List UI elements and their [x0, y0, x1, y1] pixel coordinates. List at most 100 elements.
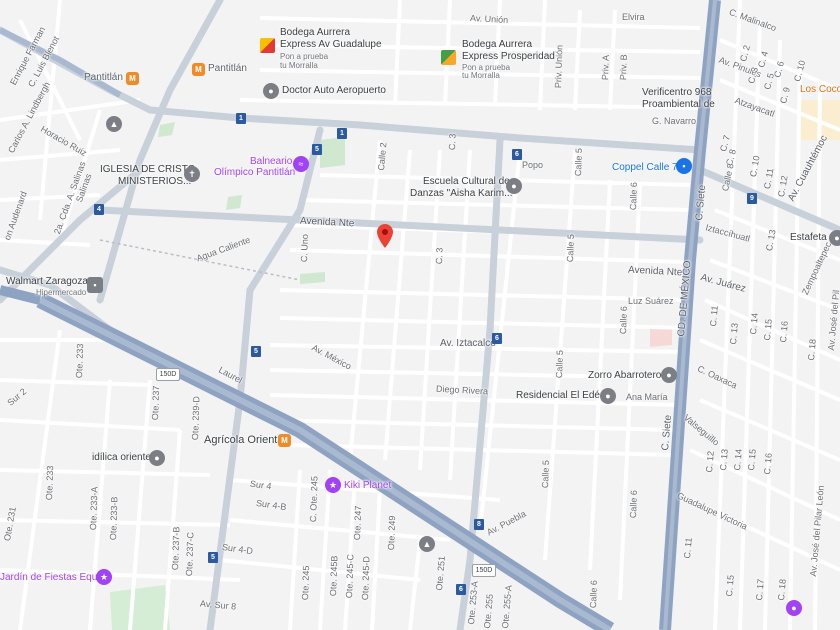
poi-label[interactable]: Bodega Aurrera: [462, 39, 532, 50]
poi-label[interactable]: Bodega Aurrera: [280, 27, 350, 38]
event-venue-icon[interactable]: ★: [96, 569, 112, 585]
street-label: Ote. 233-B: [108, 496, 120, 541]
street-label: Ote. 237-C: [184, 531, 196, 577]
street-label: Ote. 237-B: [170, 526, 182, 571]
street-label: Calle 5: [540, 460, 551, 489]
park-area: [300, 272, 325, 284]
street-label: Luz Suárez: [628, 296, 674, 306]
poi-label[interactable]: Estafeta: [790, 232, 827, 243]
courier-icon[interactable]: ●: [829, 230, 840, 246]
metro-icon[interactable]: M: [192, 63, 205, 76]
poi-label[interactable]: MINISTERIOS...: [118, 176, 191, 187]
street-label: Ote. 245B: [328, 555, 340, 597]
poi-sublabel: Hipermercado: [36, 288, 87, 297]
location-marker-icon[interactable]: [377, 224, 393, 248]
metro-label[interactable]: Agrícola Oriental: [204, 434, 286, 446]
street-label: Calle 5: [573, 148, 584, 177]
poi-label[interactable]: idílica oriente: [92, 452, 151, 463]
poi-label[interactable]: Kiki Planet: [344, 480, 391, 491]
street-label: C. 15: [724, 574, 736, 597]
street-label: C. 16: [762, 452, 774, 475]
car-repair-icon[interactable]: ●: [263, 83, 279, 99]
bodega-aurrera-logo-icon[interactable]: [260, 38, 275, 53]
street-label: C. Uno: [299, 234, 310, 263]
school-icon[interactable]: ●: [506, 178, 522, 194]
park-area: [226, 195, 242, 210]
poi-label[interactable]: Express Av Guadalupe: [280, 39, 382, 50]
venue-icon[interactable]: ●: [786, 600, 802, 616]
route-shield: 5: [251, 346, 261, 357]
poi-label[interactable]: Zorro Abarrotero: [588, 370, 661, 381]
street-label: C. 3: [447, 133, 458, 151]
metro-icon[interactable]: M: [126, 72, 139, 85]
poi-label[interactable]: IGLESIA DE CRISTO: [100, 164, 195, 175]
poi-sublabel: Pon a prueba: [280, 52, 329, 61]
poi-sublabel: tu Morralla: [462, 71, 500, 80]
poi-label[interactable]: Los Coco: [800, 84, 840, 95]
street-label: C. 13: [718, 448, 730, 471]
monument-icon[interactable]: ▲: [419, 536, 435, 552]
venue-icon[interactable]: ●: [149, 450, 165, 466]
street-label: Calle 6: [618, 306, 629, 335]
street-label: Popo: [522, 160, 544, 170]
metro-label[interactable]: Pantitlán: [84, 72, 123, 83]
store-icon[interactable]: ▪: [87, 277, 103, 293]
poi-label[interactable]: Olímpico Pantitlán: [214, 167, 295, 178]
street-label: Calle 6: [628, 182, 639, 211]
poi-label[interactable]: Express Prosperidad: [462, 51, 555, 62]
poi-label[interactable]: Coppel Calle 7: [612, 162, 678, 173]
street-label: Calle 6: [588, 580, 599, 609]
bodega-aurrera-logo-icon[interactable]: [441, 50, 456, 65]
swimming-icon[interactable]: ≈: [293, 156, 309, 172]
street-label: Ote. 233: [74, 343, 86, 379]
street-label: C. 12: [704, 450, 716, 473]
route-shield: 1: [337, 128, 347, 139]
street-label: G. Navarro: [652, 116, 697, 126]
route-shield: 8: [474, 519, 484, 530]
street-label: C. 11: [708, 305, 720, 327]
street-label: C. 3: [434, 247, 445, 265]
route-shield: 1: [236, 113, 246, 124]
street-label: Av. Unión: [469, 13, 509, 25]
shopping-bag-icon[interactable]: ▪: [676, 158, 692, 174]
poi-label[interactable]: Verificentro 968: [642, 87, 712, 98]
street-label: Ana María: [626, 392, 668, 402]
street-label: C. 11: [682, 537, 694, 559]
poi-label[interactable]: Escuela Cultural de: [423, 176, 510, 187]
route-shield: 6: [512, 149, 522, 160]
church-icon[interactable]: ✝: [184, 166, 200, 182]
poi-label[interactable]: Doctor Auto Aeropuerto: [282, 85, 386, 96]
highway-shield: 150D: [156, 368, 180, 381]
route-shield: 6: [492, 333, 502, 344]
street-label: Ote. 233: [44, 465, 56, 501]
poi-label[interactable]: Jardín de Fiestas Equus: [0, 572, 108, 583]
street-label: Ote. 233-A: [88, 486, 100, 531]
street-label: Priv. B: [618, 54, 629, 81]
street-label: C. 18: [806, 338, 818, 361]
route-shield: 4: [94, 204, 104, 215]
poi-label[interactable]: Residencial El Edén: [516, 390, 606, 401]
route-shield: 5: [208, 552, 218, 563]
poi-label[interactable]: Proambiental de: [642, 99, 715, 110]
school-icon[interactable]: ▲: [106, 116, 122, 132]
street-label: Av. Iztacalco: [440, 338, 496, 349]
street-label: C. 15: [746, 448, 758, 471]
street-label: Ote. 247: [352, 505, 364, 541]
residence-icon[interactable]: ●: [600, 388, 616, 404]
street-label: C. 17: [754, 578, 766, 601]
poi-label[interactable]: Danzas "Aisha Karim...: [410, 188, 512, 199]
street-label: C. 16: [778, 320, 790, 343]
grocery-icon[interactable]: ●: [661, 367, 677, 383]
map-canvas[interactable]: Av. Unión Elvira C. Malinalco Av. Pinule…: [0, 0, 840, 630]
street-label: C. 14: [732, 448, 744, 471]
metro-label[interactable]: Pantitlán: [208, 63, 247, 74]
street-label: Calle 5: [565, 234, 576, 263]
poi-sublabel: tu Morralla: [280, 61, 318, 70]
poi-label[interactable]: Walmart Zaragoza: [6, 276, 88, 287]
metro-icon[interactable]: M: [278, 434, 291, 447]
street-label: C. 15: [762, 318, 774, 341]
street-label: Elvira: [622, 12, 645, 22]
street-label: C. 13: [728, 322, 740, 345]
playground-icon[interactable]: ★: [325, 477, 341, 493]
poi-label[interactable]: Balneario: [250, 156, 292, 167]
